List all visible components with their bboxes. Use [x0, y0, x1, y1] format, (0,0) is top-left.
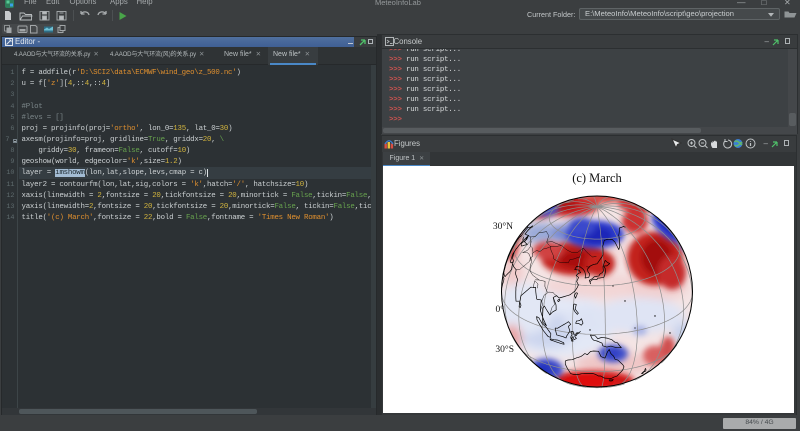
svg-text:30°N: 30°N — [493, 221, 513, 232]
svg-text:(c) March: (c) March — [572, 171, 622, 185]
svg-text:30°S: 30°S — [495, 344, 514, 355]
svg-text:0°: 0° — [495, 304, 504, 315]
